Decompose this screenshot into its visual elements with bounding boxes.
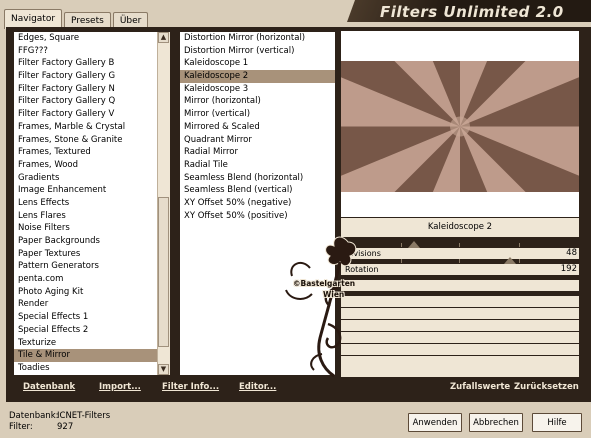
category-item[interactable]: FFG??? (14, 45, 157, 58)
slider-tick (401, 259, 402, 263)
filter-info-link[interactable]: Filter Info... (162, 382, 219, 392)
category-item[interactable]: Photo Aging Kit (14, 286, 157, 299)
category-item[interactable]: Paper Textures (14, 248, 157, 261)
category-item[interactable]: Frames, Marble & Crystal (14, 121, 157, 134)
param-value[interactable]: 48 (566, 248, 577, 259)
param-row: Rotation 192 (341, 257, 579, 275)
category-item[interactable]: Lens Flares (14, 210, 157, 223)
filter-item[interactable]: Seamless Blend (horizontal) (180, 172, 335, 185)
app-title: Filters Unlimited 2.0 (380, 3, 564, 21)
category-item[interactable]: Frames, Wood (14, 159, 157, 172)
help-button[interactable]: Hilfe (532, 413, 582, 432)
watermark-line1: ©Bastelgarten (293, 279, 356, 288)
category-item[interactable]: Filter Factory Gallery N (14, 83, 157, 96)
kaleido-center (450, 116, 470, 137)
editor-link[interactable]: Editor... (239, 382, 276, 392)
filter-item[interactable]: Distortion Mirror (horizontal) (180, 32, 335, 45)
slider-tick (519, 243, 520, 247)
datenbank-link[interactable]: Datenbank (23, 382, 75, 392)
slider-tick (459, 243, 460, 247)
filter-item[interactable]: Radial Tile (180, 159, 335, 172)
category-item[interactable]: Texturize (14, 337, 157, 350)
tab-bar: Navigator Presets Über (4, 9, 150, 29)
category-item[interactable]: Filter Factory Gallery Q (14, 95, 157, 108)
reset-link[interactable]: Zurücksetzen (514, 382, 579, 392)
preview-image (341, 61, 579, 192)
category-item[interactable]: Gradients (14, 172, 157, 185)
slider-tick (459, 259, 460, 263)
category-list[interactable]: Edges, Square FFG??? Filter Factory Galler… (14, 32, 157, 375)
tab-navigator[interactable]: Navigator (4, 9, 63, 29)
category-scrollbar[interactable]: ▲ ▼ (157, 32, 170, 375)
slider-tick (401, 243, 402, 247)
category-item[interactable]: Frames, Textured (14, 146, 157, 159)
category-item[interactable]: Toadies (14, 362, 157, 375)
category-item[interactable]: Frames, Stone & Granite (14, 134, 157, 147)
param-row (341, 332, 579, 343)
category-item[interactable]: Filter Factory Gallery G (14, 70, 157, 83)
randomize-link[interactable]: Zufallswerte (450, 382, 510, 392)
filter-item[interactable]: Mirror (vertical) (180, 108, 335, 121)
watermark-line2: Wien (323, 290, 345, 299)
category-item[interactable]: Special Effects 1 (14, 311, 157, 324)
param-row (341, 320, 579, 331)
param-row: Divisions 48 (341, 241, 579, 259)
category-item[interactable]: Special Effects 2 (14, 324, 157, 337)
category-item[interactable]: Image Enhancement (14, 184, 157, 197)
param-row (341, 308, 579, 319)
category-item[interactable]: Tile & Mirror (14, 349, 157, 362)
scroll-down-icon[interactable]: ▼ (158, 364, 169, 375)
filter-item[interactable]: XY Offset 50% (positive) (180, 210, 335, 223)
filter-item[interactable]: Kaleidoscope 3 (180, 83, 335, 96)
filter-item[interactable]: Kaleidoscope 2 (180, 70, 335, 83)
slider-handle-icon[interactable] (408, 241, 421, 248)
category-item[interactable]: Noise Filters (14, 222, 157, 235)
apply-button[interactable]: Anwenden (408, 413, 462, 432)
filter-item[interactable]: Distortion Mirror (vertical) (180, 45, 335, 58)
category-item[interactable]: Render (14, 298, 157, 311)
filter-item[interactable]: Kaleidoscope 1 (180, 57, 335, 70)
filter-item[interactable]: Mirrored & Scaled (180, 121, 335, 134)
slider-tick (519, 259, 520, 263)
category-item[interactable]: Pattern Generators (14, 260, 157, 273)
category-item[interactable]: Edges, Square (14, 32, 157, 45)
category-item[interactable]: Filter Factory Gallery V (14, 108, 157, 121)
scroll-up-icon[interactable]: ▲ (158, 32, 169, 43)
status-filter-value: 927 (57, 422, 74, 432)
cancel-button[interactable]: Abbrechen (469, 413, 523, 432)
watermark-logo (285, 236, 357, 378)
category-item[interactable]: penta.com (14, 273, 157, 286)
filter-item[interactable]: Radial Mirror (180, 146, 335, 159)
status-db-value: ICNET-Filters (57, 411, 111, 421)
param-row (341, 344, 579, 355)
filter-item[interactable]: XY Offset 50% (negative) (180, 197, 335, 210)
preview-caption: Kaleidoscope 2 (341, 218, 579, 237)
status-db-label: Datenbank: (9, 411, 59, 421)
scroll-thumb[interactable] (158, 197, 169, 347)
filter-item[interactable]: Quadrant Mirror (180, 134, 335, 147)
import-link[interactable]: Import... (99, 382, 141, 392)
param-row (341, 296, 579, 307)
category-item[interactable]: Filter Factory Gallery B (14, 57, 157, 70)
filter-item[interactable]: Mirror (horizontal) (180, 95, 335, 108)
status-filter-label: Filter: (9, 422, 33, 432)
category-item[interactable]: Lens Effects (14, 197, 157, 210)
filter-item[interactable]: Seamless Blend (vertical) (180, 184, 335, 197)
slider-handle-icon[interactable] (503, 257, 516, 264)
param-row (341, 280, 579, 291)
param-value[interactable]: 192 (561, 264, 577, 275)
category-item[interactable]: Paper Backgrounds (14, 235, 157, 248)
param-row (341, 366, 579, 377)
